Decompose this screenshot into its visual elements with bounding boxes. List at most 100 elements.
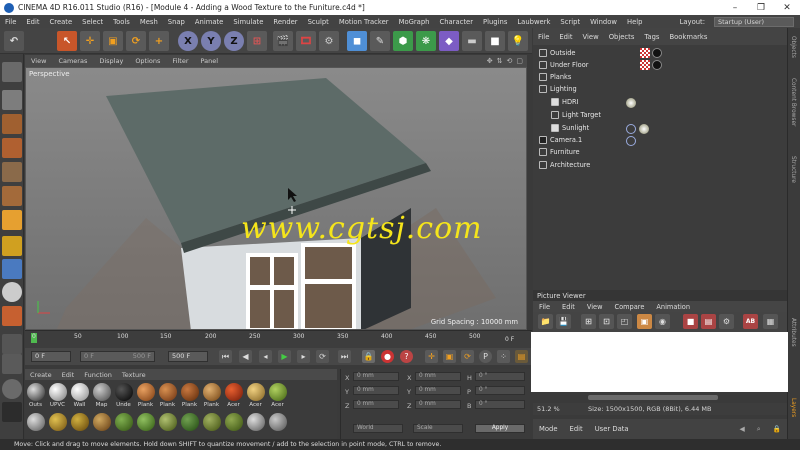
histogram-icon[interactable]: ▦ bbox=[763, 314, 778, 329]
undo-icon[interactable]: ↶ bbox=[4, 31, 24, 51]
material-swatch[interactable] bbox=[27, 383, 45, 401]
deformer-icon[interactable]: ◆ bbox=[439, 31, 459, 51]
key-rotation-icon[interactable]: ⟳ bbox=[461, 350, 474, 363]
pv-menu-compare[interactable]: Compare bbox=[608, 303, 650, 311]
objects-menu-tags[interactable]: Tags bbox=[639, 33, 664, 41]
menu-simulate[interactable]: Simulate bbox=[228, 18, 268, 26]
attr-lock-icon[interactable]: 🔒 bbox=[767, 425, 787, 433]
record-active-icon[interactable]: ● bbox=[381, 350, 394, 363]
z-axis-lock[interactable]: Z bbox=[224, 31, 244, 51]
object-row-light-target[interactable]: Light Target bbox=[533, 109, 787, 121]
snapshot-icon[interactable]: ◉ bbox=[655, 314, 670, 329]
coord-pos-y-field[interactable]: 0 mm bbox=[353, 386, 399, 395]
go-to-start-icon[interactable]: ⏮ bbox=[219, 350, 232, 363]
model-mode-icon[interactable] bbox=[2, 90, 22, 110]
render-region-icon[interactable]: ▣ bbox=[637, 314, 652, 329]
material-swatch[interactable] bbox=[203, 383, 221, 401]
material-swatch[interactable] bbox=[49, 413, 67, 431]
tab-objects[interactable]: Objects bbox=[790, 36, 796, 58]
material-menu-edit[interactable]: Edit bbox=[57, 371, 80, 379]
attr-search-icon[interactable]: ⌕ bbox=[751, 425, 767, 434]
save-icon[interactable]: 💾 bbox=[556, 314, 571, 329]
material-swatch[interactable] bbox=[93, 413, 111, 431]
coordinate-system-icon[interactable]: ⊞ bbox=[247, 31, 267, 51]
menu-render[interactable]: Render bbox=[268, 18, 302, 26]
workplane-mode-icon[interactable] bbox=[2, 138, 22, 158]
subdivision-surface-icon[interactable]: ⬢ bbox=[393, 31, 413, 51]
hdri-tag-icon[interactable] bbox=[626, 98, 636, 108]
picture-viewer-scrollbar[interactable] bbox=[533, 393, 787, 402]
grid-icon[interactable] bbox=[2, 354, 22, 374]
apply-button[interactable]: Apply bbox=[475, 424, 525, 433]
key-scale-icon[interactable]: ▣ bbox=[443, 350, 456, 363]
material-swatch[interactable] bbox=[247, 383, 265, 401]
timeline-ruler[interactable]: 0 50 100 150 200 250 300 350 400 450 500… bbox=[25, 330, 532, 348]
floor-icon[interactable]: ▬ bbox=[462, 31, 482, 51]
texture-mode-icon[interactable] bbox=[2, 114, 22, 134]
attr-back-icon[interactable]: ◀ bbox=[733, 425, 750, 433]
target-tag-icon[interactable] bbox=[626, 136, 636, 146]
material-swatch[interactable] bbox=[159, 383, 177, 401]
object-row-camera[interactable]: Camera.1 bbox=[533, 134, 787, 146]
menu-mograph[interactable]: MoGraph bbox=[394, 18, 435, 26]
zoom-fit-icon[interactable]: ⊞ bbox=[581, 314, 596, 329]
material-swatch[interactable] bbox=[181, 383, 199, 401]
scrollbar-thumb[interactable] bbox=[588, 395, 718, 400]
picture-viewer-canvas[interactable] bbox=[531, 332, 788, 392]
material-swatch[interactable] bbox=[181, 413, 199, 431]
tab-layers[interactable]: Layers bbox=[790, 398, 796, 417]
coord-rot-p-field[interactable]: 0 ° bbox=[475, 386, 525, 395]
attr-menu-user-data[interactable]: User Data bbox=[589, 425, 635, 433]
next-frame-icon[interactable]: ▸ bbox=[297, 350, 310, 363]
material-swatch[interactable] bbox=[269, 413, 287, 431]
move-tool-icon[interactable]: ✛ bbox=[80, 31, 100, 51]
material-swatch[interactable] bbox=[225, 413, 243, 431]
tweak-mode-icon[interactable] bbox=[2, 259, 22, 279]
recent-tools-icon[interactable]: + bbox=[149, 31, 169, 51]
pv-menu-view[interactable]: View bbox=[581, 303, 609, 311]
zoom-icon[interactable]: ⊡ bbox=[599, 314, 614, 329]
render-stop-icon[interactable]: ■ bbox=[683, 314, 698, 329]
live-selection-icon[interactable]: ↖ bbox=[57, 31, 77, 51]
make-editable-icon[interactable] bbox=[2, 62, 22, 82]
material-swatch[interactable] bbox=[137, 383, 155, 401]
coord-pos-x-field[interactable]: 0 mm bbox=[353, 372, 399, 381]
magnet-icon[interactable] bbox=[2, 306, 22, 326]
menu-motion-tracker[interactable]: Motion Tracker bbox=[334, 18, 394, 26]
search-icon[interactable] bbox=[2, 379, 22, 399]
object-row-planks[interactable]: Planks bbox=[533, 71, 787, 83]
ab-compare-icon[interactable]: AB bbox=[743, 314, 758, 329]
tab-attributes[interactable]: Attributes bbox=[790, 318, 796, 347]
menu-snap[interactable]: Snap bbox=[163, 18, 190, 26]
object-row-hdri[interactable]: HDRI bbox=[533, 96, 787, 108]
object-row-lighting[interactable]: Lighting bbox=[533, 83, 787, 95]
attr-menu-edit[interactable]: Edit bbox=[564, 425, 589, 433]
coord-rot-h-field[interactable]: 0 ° bbox=[475, 372, 525, 381]
min-frame-field[interactable]: 0 F 500 F bbox=[80, 351, 155, 362]
spline-pen-icon[interactable]: ✎ bbox=[370, 31, 390, 51]
pan-icon[interactable]: ✥ bbox=[487, 57, 493, 65]
pv-menu-file[interactable]: File bbox=[533, 303, 556, 311]
material-swatch[interactable] bbox=[115, 383, 133, 401]
start-frame-field[interactable]: 0 F bbox=[31, 351, 71, 362]
material-swatch[interactable] bbox=[225, 383, 243, 401]
render-queue-icon[interactable]: ⚙ bbox=[719, 314, 734, 329]
render-picture-viewer-icon[interactable]: 🎞 bbox=[296, 31, 316, 51]
objects-menu-file[interactable]: File bbox=[533, 33, 554, 41]
material-menu-texture[interactable]: Texture bbox=[117, 371, 151, 379]
coord-size-x-field[interactable]: 0 mm bbox=[415, 372, 461, 381]
target-tag-icon[interactable] bbox=[626, 124, 636, 134]
viewport-menu-display[interactable]: Display bbox=[93, 57, 129, 65]
fullscreen-icon[interactable]: ◰ bbox=[617, 314, 632, 329]
viewport-menu-filter[interactable]: Filter bbox=[166, 57, 194, 65]
material-swatch[interactable] bbox=[27, 413, 45, 431]
points-mode-icon[interactable] bbox=[2, 162, 22, 182]
material-swatch[interactable] bbox=[49, 383, 67, 401]
material-swatch[interactable] bbox=[247, 413, 265, 431]
snapping-icon[interactable] bbox=[2, 282, 22, 302]
texture-tag-icon[interactable] bbox=[640, 48, 650, 58]
object-row-sunlight[interactable]: Sunlight bbox=[533, 122, 787, 134]
autokey-icon[interactable]: ? bbox=[400, 350, 413, 363]
loop-icon[interactable]: ⟳ bbox=[316, 350, 329, 363]
material-tag-icon[interactable] bbox=[652, 48, 662, 58]
